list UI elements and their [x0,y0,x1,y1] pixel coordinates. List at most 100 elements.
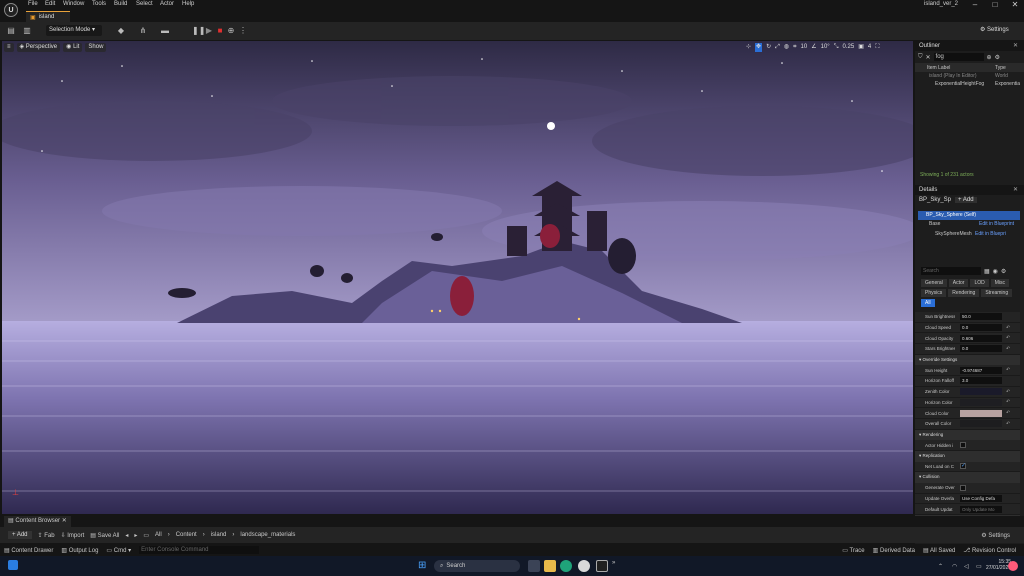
menu-help[interactable]: Help [182,1,194,7]
cb-add-button[interactable]: + Add [8,531,32,539]
cb-save-all-button[interactable]: ▤ Save All [90,532,119,539]
cb-fab-button[interactable]: ⇪ Fab [38,532,55,539]
maximize-icon[interactable]: □ [988,0,1002,9]
filter-lod[interactable]: LOD [970,279,989,287]
menu-select[interactable]: Select [136,1,153,7]
select-icon[interactable]: ⊹ [746,43,751,52]
content-drawer-button[interactable]: ▤ Content Drawer [4,547,53,554]
world-icon[interactable]: ◍ [784,43,789,52]
close-icon[interactable]: ✕ [1008,0,1022,9]
unreal-logo-icon[interactable]: U [4,3,18,17]
eject-icon[interactable]: ⊕ [226,26,236,36]
edge-icon[interactable] [560,560,572,572]
copilot-icon[interactable] [1008,561,1018,571]
derived-data-button[interactable]: ▥ Derived Data [873,547,915,554]
history-back-icon[interactable]: ◂ [125,532,128,539]
cloud-color-swatch[interactable] [960,409,1002,417]
taskbar-search[interactable]: ⌕ Search [434,560,520,572]
overflow-icon[interactable]: » [612,560,615,566]
stop-icon[interactable]: ■ [215,26,225,36]
menu-file[interactable]: File [28,1,38,7]
details-search-input[interactable]: Search [921,267,981,275]
path-landscape-materials[interactable]: landscape_materials [240,532,295,538]
browse-icon[interactable]: ▥ [22,26,32,36]
section-override-settings[interactable]: ▾ Override Settings [915,354,1020,366]
translate-icon[interactable]: ✥ [755,43,763,52]
scale-snap-value[interactable]: 0.25 [843,43,855,52]
camera-speed-icon[interactable]: ▣ [858,43,864,52]
camera-speed-value[interactable]: 4 [868,43,871,52]
component-base[interactable]: Base Edit in Blueprint [929,221,1019,227]
rotate-icon[interactable]: ↻ [766,43,771,52]
angle-icon[interactable]: ∠ [811,43,816,52]
filter-misc[interactable]: Misc [990,279,1010,287]
history-forward-icon[interactable]: ▸ [134,532,137,539]
section-collision[interactable]: ▾ Collision [915,472,1020,483]
overall-color-swatch[interactable] [960,420,1002,428]
add-content-icon[interactable]: ◆ [116,26,126,36]
reset-icon[interactable]: ↶ [1006,421,1010,427]
settings-button[interactable]: ⚙ Settings [980,26,1009,33]
close-outliner-icon[interactable]: ✕ [1013,41,1018,51]
path-island[interactable]: island [211,532,227,538]
clear-search-icon[interactable]: ✕ [926,54,931,61]
menu-actor[interactable]: Actor [160,1,174,7]
menu-window[interactable]: Window [63,1,84,7]
outliner-search-input[interactable]: fog [933,53,984,61]
wifi-icon[interactable]: ◠ [952,563,957,570]
menu-build[interactable]: Build [114,1,127,7]
blueprint-icon[interactable]: ⋔ [138,26,148,36]
reset-icon[interactable]: ↶ [1006,399,1010,405]
outliner-row-world[interactable]: island (Play In Editor) World [915,72,1024,80]
menu-edit[interactable]: Edit [45,1,55,7]
filter-icon[interactable]: ⛉ [918,54,923,61]
column-type[interactable]: Type [995,65,1006,71]
table-view-icon[interactable]: ▦ [984,268,990,275]
widgets-icon[interactable] [8,560,18,570]
filter-physics[interactable]: Physics [921,289,947,297]
section-replication[interactable]: ▾ Replication [915,450,1020,462]
console-command-input[interactable]: Enter Console Command [139,546,260,554]
save-icon[interactable]: ▤ [6,26,16,36]
cb-import-button[interactable]: ⇩ Import [61,532,85,539]
outliner-add-icon[interactable]: ⊕ [987,54,992,61]
eye-icon[interactable]: ◉ [993,268,998,275]
grid-snap-value[interactable]: 10 [801,43,808,52]
component-self[interactable]: BP_Sky_Sphere (Self) [918,211,1020,220]
folder-icon[interactable]: ▭ [143,532,149,539]
play-icon[interactable]: ▶ [204,26,214,36]
content-browser-tab[interactable]: ▤ Content Browser ✕ [4,516,71,527]
output-log-button[interactable]: ▥ Output Log [61,547,98,554]
net-load-checkbox[interactable]: ✓ [960,463,966,470]
cb-settings-button[interactable]: ⚙ Settings [981,532,1010,539]
tray-chevron-icon[interactable]: ⌃ [938,563,943,570]
column-item-label[interactable]: Item Label [927,65,995,71]
volume-icon[interactable]: ◁ [964,563,969,570]
reset-icon[interactable]: ↶ [1006,410,1010,416]
reset-icon[interactable]: ↶ [1006,367,1010,373]
reset-icon[interactable]: ↶ [1006,335,1010,341]
snap-icon[interactable]: ⌗ [793,43,796,52]
zenith-color-swatch[interactable] [960,388,1002,396]
show-button[interactable]: Show [85,43,107,52]
filter-rendering[interactable]: Rendering [948,289,980,297]
scale-icon[interactable]: ⤢ [775,43,780,52]
horizon-color-swatch[interactable] [960,398,1002,406]
all-saved-status[interactable]: ▤ All Saved [923,547,955,554]
viewport-menu-icon[interactable]: ≡ [4,43,14,52]
filter-all[interactable]: All [921,299,935,307]
task-view-icon[interactable] [528,560,540,572]
close-details-icon[interactable]: ✕ [1013,185,1018,195]
path-all[interactable]: All [155,532,162,538]
details-settings-icon[interactable]: ⚙ [1001,268,1006,275]
default-update-dropdown[interactable]: Only Update Mo [960,505,1002,513]
reset-icon[interactable]: ↶ [1006,389,1010,395]
trace-button[interactable]: ▭ Trace [842,547,864,554]
actor-hidden-checkbox[interactable] [960,442,966,449]
component-skysphere[interactable]: SkySphereMesh Edit in Bluepri [935,231,1023,237]
filter-general[interactable]: General [921,279,947,287]
more-icon[interactable]: ⋮ [238,26,248,36]
perspective-button[interactable]: ◈ Perspective [16,43,61,52]
minimize-icon[interactable]: – [968,0,982,9]
windows-start-icon[interactable]: ⊞ [418,560,426,571]
